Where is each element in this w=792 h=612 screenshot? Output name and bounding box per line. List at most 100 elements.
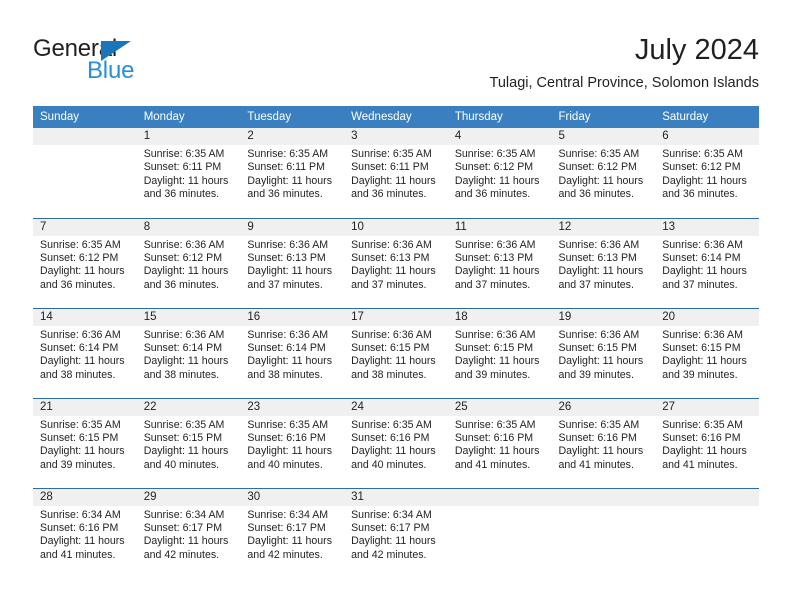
day-number: 5 <box>551 128 656 145</box>
day-number: 28 <box>33 488 137 506</box>
calendar-day-cell[interactable]: 7 Sunrise: 6:35 AM Sunset: 6:12 PM Daylight… <box>33 217 137 308</box>
daylight-text-line2: and 36 minutes. <box>143 278 220 291</box>
day-info: Sunrise: 6:35 AM Sunset: 6:15 PM Daylight:… <box>137 416 241 473</box>
sunrise-text: Sunrise: 6:35 AM <box>351 148 432 160</box>
calendar-day-cell[interactable]: 14 Sunrise: 6:36 AM Sunset: 6:14 PM Dayligh… <box>33 307 137 398</box>
day-number: 22 <box>136 398 241 416</box>
sunrise-text: Sunrise: 6:35 AM <box>662 148 743 160</box>
daylight-text-line1: Daylight: 11 hours <box>351 355 436 368</box>
calendar-day-cell[interactable]: 15 Sunrise: 6:36 AM Sunset: 6:14 PM Dayligh… <box>136 307 241 398</box>
day-info: Sunrise: 6:36 AM Sunset: 6:13 PM Daylight:… <box>552 236 656 293</box>
calendar-day-cell[interactable]: 11 Sunrise: 6:36 AM Sunset: 6:13 PM Dayligh… <box>447 217 552 308</box>
daylight-text-line2: and 41 minutes. <box>40 548 116 561</box>
day-info: Sunrise: 6:34 AM Sunset: 6:16 PM Daylight:… <box>33 506 137 563</box>
sunrise-text: Sunrise: 6:34 AM <box>351 508 432 521</box>
day-number: 15 <box>136 308 241 326</box>
daylight-text-line2: and 42 minutes. <box>247 548 323 561</box>
sunrise-text: Sunrise: 6:36 AM <box>662 328 743 341</box>
daylight-text-line2: and 36 minutes. <box>454 188 531 201</box>
calendar-day-cell[interactable]: 20 Sunrise: 6:36 AM Sunset: 6:15 PM Dayligh… <box>655 307 759 398</box>
sunset-text: Sunset: 6:15 PM <box>143 431 223 444</box>
daylight-text-line1: Daylight: 11 hours <box>558 265 644 278</box>
calendar-day-cell[interactable]: 2 Sunrise: 6:35 AM Sunset: 6:11 PM Daylight… <box>240 128 345 218</box>
calendar-day-cell[interactable]: 13 Sunrise: 6:36 AM Sunset: 6:14 PM Dayligh… <box>655 217 759 308</box>
calendar-day-cell[interactable]: 24 Sunrise: 6:35 AM Sunset: 6:16 PM Dayligh… <box>344 397 448 488</box>
sunset-text: Sunset: 6:16 PM <box>40 521 119 534</box>
calendar-page: General Blue July 2024 Tulagi, Central P… <box>0 0 792 612</box>
day-number: 23 <box>240 398 345 416</box>
daylight-text-line1: Daylight: 11 hours <box>662 265 747 278</box>
calendar-day-cell[interactable]: 9 Sunrise: 6:36 AM Sunset: 6:13 PM Daylight… <box>240 217 345 308</box>
calendar-day-cell[interactable]: 5 Sunrise: 6:35 AM Sunset: 6:12 PM Daylight… <box>551 128 656 218</box>
day-number <box>655 488 759 506</box>
calendar-day-cell[interactable]: 16 Sunrise: 6:36 AM Sunset: 6:14 PM Dayligh… <box>240 307 345 398</box>
daylight-text-line1: Daylight: 11 hours <box>247 445 333 458</box>
daylight-text-line1: Daylight: 11 hours <box>454 174 540 187</box>
daylight-text-line1: Daylight: 11 hours <box>247 355 333 368</box>
daylight-text-line1: Daylight: 11 hours <box>558 174 644 187</box>
sunset-text: Sunset: 6:16 PM <box>558 431 637 444</box>
page-title: July 2024 <box>634 34 759 66</box>
calendar-week-row: 14 Sunrise: 6:36 AM Sunset: 6:14 PM Dayligh… <box>33 307 759 398</box>
day-number: 14 <box>33 308 137 326</box>
calendar-day-cell-empty <box>33 128 137 218</box>
calendar-day-cell[interactable]: 22 Sunrise: 6:35 AM Sunset: 6:15 PM Dayligh… <box>136 397 241 488</box>
calendar-day-cell[interactable]: 3 Sunrise: 6:35 AM Sunset: 6:11 PM Daylight… <box>344 128 448 218</box>
day-number: 29 <box>136 488 241 506</box>
daylight-text-line2: and 42 minutes. <box>351 548 427 561</box>
calendar-day-cell[interactable]: 4 Sunrise: 6:35 AM Sunset: 6:12 PM Daylight… <box>447 128 552 218</box>
daylight-text-line1: Daylight: 11 hours <box>40 265 125 278</box>
daylight-text-line2: and 40 minutes. <box>351 458 427 471</box>
day-info: Sunrise: 6:36 AM Sunset: 6:15 PM Daylight:… <box>448 326 552 383</box>
calendar-day-cell[interactable]: 28 Sunrise: 6:34 AM Sunset: 6:16 PM Dayligh… <box>33 487 137 578</box>
daylight-text-line2: and 36 minutes. <box>40 278 116 291</box>
calendar-day-cell[interactable]: 17 Sunrise: 6:36 AM Sunset: 6:15 PM Dayligh… <box>344 307 448 398</box>
calendar-day-cell[interactable]: 25 Sunrise: 6:35 AM Sunset: 6:16 PM Dayligh… <box>447 397 552 488</box>
calendar-day-cell[interactable]: 19 Sunrise: 6:36 AM Sunset: 6:15 PM Dayligh… <box>551 307 656 398</box>
calendar-day-cell[interactable]: 12 Sunrise: 6:36 AM Sunset: 6:13 PM Dayligh… <box>551 217 656 308</box>
daylight-text-line2: and 39 minutes. <box>40 458 116 471</box>
calendar-day-cell[interactable]: 18 Sunrise: 6:36 AM Sunset: 6:15 PM Dayligh… <box>447 307 552 398</box>
sunset-text: Sunset: 6:12 PM <box>662 161 741 174</box>
day-info: Sunrise: 6:35 AM Sunset: 6:11 PM Daylight:… <box>240 145 344 202</box>
calendar-day-cell[interactable]: 21 Sunrise: 6:35 AM Sunset: 6:15 PM Dayligh… <box>33 397 137 488</box>
calendar-day-cell[interactable]: 30 Sunrise: 6:34 AM Sunset: 6:17 PM Dayligh… <box>240 487 345 578</box>
daylight-text-line2: and 36 minutes. <box>143 188 220 201</box>
day-number: 4 <box>447 128 552 145</box>
sunrise-text: Sunrise: 6:36 AM <box>454 238 536 251</box>
calendar-day-cell[interactable]: 23 Sunrise: 6:35 AM Sunset: 6:16 PM Dayligh… <box>240 397 345 488</box>
calendar-day-cell[interactable]: 26 Sunrise: 6:35 AM Sunset: 6:16 PM Dayligh… <box>551 397 656 488</box>
daylight-text-line2: and 36 minutes. <box>558 188 634 201</box>
calendar-day-cell[interactable]: 27 Sunrise: 6:35 AM Sunset: 6:16 PM Dayligh… <box>655 397 759 488</box>
logo-text-blue: Blue <box>87 57 135 84</box>
calendar-day-cell[interactable]: 29 Sunrise: 6:34 AM Sunset: 6:17 PM Dayligh… <box>136 487 241 578</box>
daylight-text-line1: Daylight: 11 hours <box>247 535 333 548</box>
sunrise-text: Sunrise: 6:35 AM <box>454 148 536 160</box>
day-info: Sunrise: 6:36 AM Sunset: 6:14 PM Daylight:… <box>137 326 241 383</box>
general-blue-logo[interactable]: General Blue <box>33 36 263 94</box>
calendar-day-cell-empty <box>551 487 656 578</box>
day-info: Sunrise: 6:35 AM Sunset: 6:12 PM Daylight:… <box>448 145 552 202</box>
sunset-text: Sunset: 6:15 PM <box>351 341 430 354</box>
day-info: Sunrise: 6:36 AM Sunset: 6:15 PM Daylight:… <box>344 326 448 383</box>
sunset-text: Sunset: 6:16 PM <box>247 431 326 444</box>
calendar-day-cell[interactable]: 6 Sunrise: 6:35 AM Sunset: 6:12 PM Daylight… <box>655 128 759 218</box>
day-info: Sunrise: 6:35 AM Sunset: 6:16 PM Daylight:… <box>552 416 656 473</box>
calendar-day-cell[interactable]: 1 Sunrise: 6:35 AM Sunset: 6:11 PM Daylight… <box>136 128 241 218</box>
calendar-day-cell[interactable]: 10 Sunrise: 6:36 AM Sunset: 6:13 PM Dayligh… <box>344 217 448 308</box>
calendar-day-cell[interactable]: 31 Sunrise: 6:34 AM Sunset: 6:17 PM Dayligh… <box>344 487 448 578</box>
weekday-header-tuesday: Tuesday <box>240 106 345 128</box>
sunrise-text: Sunrise: 6:36 AM <box>351 328 432 341</box>
calendar-day-cell-empty <box>655 487 759 578</box>
page-subtitle: Tulagi, Central Province, Solomon Island… <box>489 75 759 91</box>
sunset-text: Sunset: 6:11 PM <box>247 161 325 174</box>
weekday-header-sunday: Sunday <box>33 106 137 128</box>
sunset-text: Sunset: 6:17 PM <box>247 521 326 534</box>
day-info: Sunrise: 6:36 AM Sunset: 6:13 PM Daylight:… <box>240 236 344 293</box>
daylight-text-line2: and 42 minutes. <box>143 548 220 561</box>
day-info: Sunrise: 6:34 AM Sunset: 6:17 PM Daylight:… <box>344 506 448 563</box>
sunrise-text: Sunrise: 6:35 AM <box>247 148 329 160</box>
calendar-day-cell[interactable]: 8 Sunrise: 6:36 AM Sunset: 6:12 PM Daylight… <box>136 217 241 308</box>
daylight-text-line1: Daylight: 11 hours <box>558 355 644 368</box>
sunrise-text: Sunrise: 6:36 AM <box>454 328 536 341</box>
